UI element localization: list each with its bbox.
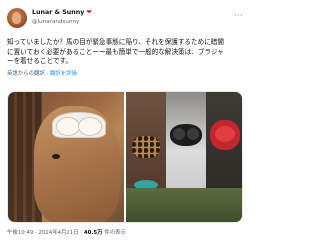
- author-name-text: Lunar & Sunny: [32, 9, 85, 16]
- media-image-right[interactable]: [126, 92, 242, 222]
- post-text: 知っていましたか？馬の目が緊急事態に陥り、それを保護するために暗闇 に置いておく…: [7, 38, 243, 67]
- avatar[interactable]: [7, 8, 27, 28]
- post-time[interactable]: 午後10:49: [7, 230, 33, 236]
- post-text-line: ーを着せることです。: [7, 57, 73, 66]
- author-handle[interactable]: @lunarandsunny: [32, 19, 79, 25]
- post-text-line: に置いておく必要があることーー最も簡単で一般的な解決策は、ブラジャ: [7, 47, 224, 56]
- media-image-left[interactable]: [8, 92, 124, 222]
- post-meta: 午後10:49 · 2024年4月21日 · 40.5万 件の表示: [7, 230, 126, 236]
- rate-translation-link[interactable]: 翻訳を評価: [50, 71, 77, 77]
- media-grid: [7, 91, 243, 223]
- more-options-icon[interactable]: ···: [234, 11, 243, 20]
- author-name[interactable]: Lunar & Sunny ❤: [32, 9, 92, 16]
- translation-source: 英語からの翻訳: [7, 71, 45, 77]
- post-date[interactable]: 2024年4月21日: [38, 230, 78, 236]
- views-label: 件の表示: [104, 230, 126, 236]
- translation-row: 英語からの翻訳 · 翻訳を評価: [7, 71, 77, 77]
- views-count: 40.5万: [83, 230, 103, 236]
- post-text-line: 知っていましたか？馬の目が緊急事態に陥り、それを保護するために暗闇: [7, 38, 224, 46]
- post-header: Lunar & Sunny ❤ @lunarandsunny ···: [7, 8, 243, 30]
- heart-emoji: ❤: [86, 9, 92, 16]
